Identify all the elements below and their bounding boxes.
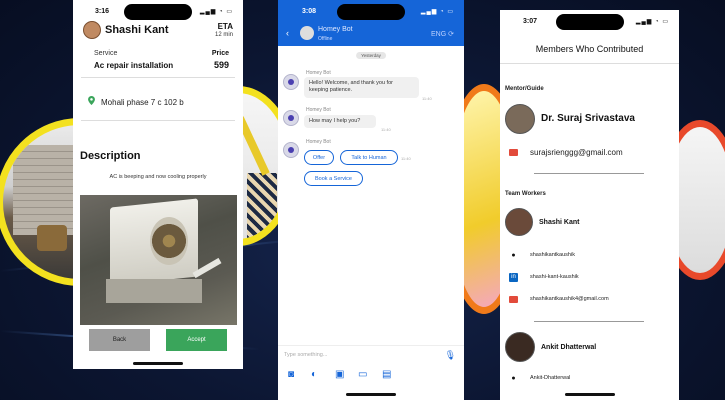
- divider: [534, 321, 644, 322]
- mail-icon: [509, 149, 518, 156]
- divider: [81, 120, 235, 121]
- accept-button[interactable]: Accept: [166, 329, 227, 351]
- eta-label: ETA: [217, 22, 233, 31]
- booking-phone: 3:16 ▂▄▆ ◔ ▭ Shashi Kant ETA 12 min Serv…: [73, 0, 243, 369]
- home-indicator: [133, 362, 183, 365]
- image-icon[interactable]: ▣: [335, 369, 344, 380]
- divider: [500, 63, 679, 64]
- microphone-icon[interactable]: 🎙: [445, 350, 456, 361]
- language-toggle[interactable]: ENG ⟳: [431, 30, 454, 38]
- phone-notch: [337, 4, 405, 20]
- members-phone: 3:07 ▂▄▆ ◔ ▭ Members Who Contributed Men…: [500, 10, 679, 400]
- record-icon[interactable]: ▭: [358, 369, 367, 380]
- worker2-name: Ankit Dhatterwal: [541, 344, 597, 351]
- page-title: Members Who Contributed: [535, 44, 644, 54]
- message-time: 11:40: [381, 127, 391, 132]
- message-time: 11:40: [401, 156, 411, 161]
- message-line: How may I help you?: [309, 118, 361, 124]
- worker1-linkedin[interactable]: shashi-kant-kaushik: [530, 274, 579, 280]
- bot-avatar-icon: [283, 142, 299, 158]
- status-icons: ▂▄▆ ◔ ▭: [635, 19, 669, 25]
- status-time: 3:08: [302, 8, 317, 15]
- chip-offer[interactable]: Offer: [304, 150, 334, 165]
- location-text: Mohali phase 7 c 102 b: [101, 98, 184, 107]
- refresh-icon[interactable]: ⟳: [448, 31, 454, 38]
- customer-avatar: [83, 21, 101, 39]
- back-button[interactable]: Back: [89, 329, 150, 351]
- price-value: 599: [213, 60, 229, 70]
- worker2-avatar: [505, 332, 535, 362]
- message-time: 11:40: [422, 96, 432, 101]
- phone-notch: [124, 4, 192, 20]
- worker1-name: Shashi Kant: [539, 219, 580, 226]
- description-title: Description: [80, 150, 141, 162]
- location-pin-icon: [88, 96, 95, 105]
- message-line: Hello! Welcome, and thank you for: [309, 80, 393, 86]
- bot-avatar-icon: [283, 110, 299, 126]
- status-icons: ▂▄▆ ◔ ▭: [199, 9, 233, 15]
- team-section-label: Team Workers: [505, 191, 546, 197]
- worker-illustration: [247, 173, 277, 239]
- mail-icon: [509, 296, 518, 303]
- worker1-email[interactable]: shashikantkaushik4@gmail.com: [530, 296, 609, 302]
- mentor-name: Dr. Suraj Srivastava: [541, 113, 635, 124]
- status-icons: ▂▄▆ ◔ ▭: [420, 9, 454, 15]
- linkedin-icon: in: [509, 273, 518, 282]
- eta-value: 12 min: [214, 32, 233, 38]
- divider: [81, 77, 235, 78]
- message-sender: Homey Bot: [306, 107, 331, 113]
- bot-avatar: [300, 26, 314, 40]
- camera-icon[interactable]: ◙: [288, 369, 294, 380]
- day-separator: Yesterday: [356, 52, 386, 59]
- phone-notch: [555, 14, 624, 30]
- language-label: ENG: [431, 31, 447, 38]
- message-sender: Homey Bot: [306, 70, 331, 76]
- ac-fan-grille: [150, 217, 188, 265]
- bot-name: Homey Bot: [318, 26, 353, 33]
- video-icon[interactable]: ◐: [311, 369, 317, 380]
- document-icon[interactable]: ▤: [382, 369, 391, 380]
- message-bubble: How may I help you?: [304, 115, 376, 129]
- worker2-github[interactable]: Ankit-Dhatterwal: [530, 375, 570, 381]
- message-line: keeping patience.: [309, 87, 353, 94]
- message-input[interactable]: Type something...: [284, 352, 327, 358]
- brick-wall-illustration: [13, 145, 73, 235]
- price-label: Price: [211, 50, 229, 57]
- worker1-github[interactable]: shashikantkaushik: [530, 252, 575, 258]
- status-time: 3:07: [523, 18, 538, 25]
- chip-book-a-service[interactable]: Book a Service: [304, 171, 363, 186]
- message-sender: Homey Bot: [306, 139, 331, 145]
- mentor-section-label: Mentor/Guide: [505, 86, 544, 92]
- bot-avatar-icon: [283, 74, 299, 90]
- back-arrow-icon[interactable]: ‹: [286, 28, 289, 38]
- chat-phone: 3:08 ▂▄▆ ◔ ▭ ‹ Homey Bot Offline ENG ⟳ Y…: [278, 0, 464, 400]
- mentor-email[interactable]: surajsrienggg@gmail.com: [530, 148, 623, 157]
- ac-stand: [106, 279, 202, 303]
- home-indicator: [346, 393, 396, 396]
- basket-illustration: [37, 225, 67, 251]
- service-label: Service: [94, 50, 118, 57]
- customer-name: Shashi Kant: [105, 24, 169, 36]
- bot-status: Offline: [318, 36, 333, 42]
- ac-unit-photo: [80, 195, 237, 325]
- divider: [534, 173, 644, 174]
- mentor-avatar: [505, 104, 535, 134]
- message-bubble: Hello! Welcome, and thank you for keeping…: [304, 77, 419, 98]
- service-value: Ac repair installation: [94, 61, 174, 70]
- worker1-avatar: [505, 208, 533, 236]
- github-icon: ●: [511, 252, 516, 259]
- description-text: AC is beeping and now cooling properly: [109, 174, 207, 180]
- github-icon: ●: [511, 375, 516, 382]
- home-indicator: [564, 393, 615, 396]
- chip-talk-to-human[interactable]: Talk to Human: [340, 150, 398, 165]
- status-time: 3:16: [95, 8, 110, 15]
